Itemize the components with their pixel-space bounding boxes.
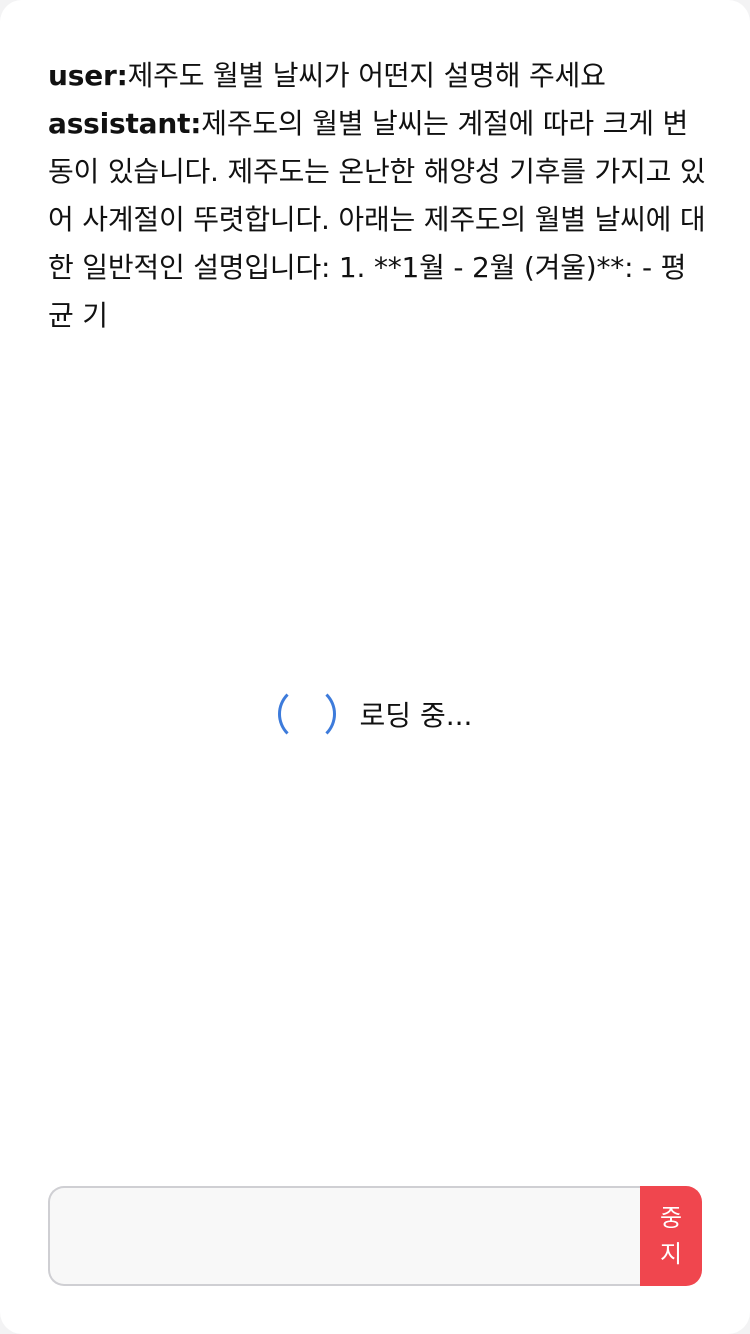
stop-button[interactable]: 중지 [640, 1186, 702, 1286]
loading-indicator: 로딩 중... [0, 681, 750, 747]
user-message-text: 제주도 월별 날씨가 어떤지 설명해 주세요 [127, 59, 606, 92]
chat-log: user:제주도 월별 날씨가 어떤지 설명해 주세요 assistant:제주… [48, 52, 708, 340]
message-input[interactable] [48, 1186, 640, 1286]
message-composer: 중지 [48, 1186, 702, 1286]
user-role-label: user: [48, 59, 128, 92]
user-message: user:제주도 월별 날씨가 어떤지 설명해 주세요 [48, 52, 708, 100]
loading-text: 로딩 중... [359, 699, 473, 732]
assistant-message-text: 제주도의 월별 날씨는 계절에 따라 크게 변동이 있습니다. 제주도는 온난한… [48, 107, 706, 332]
assistant-role-label: assistant: [48, 107, 202, 140]
assistant-message: assistant:제주도의 월별 날씨는 계절에 따라 크게 변동이 있습니다… [48, 100, 708, 340]
loading-spinner-icon [277, 685, 336, 743]
chat-page: user:제주도 월별 날씨가 어떤지 설명해 주세요 assistant:제주… [0, 0, 750, 1334]
